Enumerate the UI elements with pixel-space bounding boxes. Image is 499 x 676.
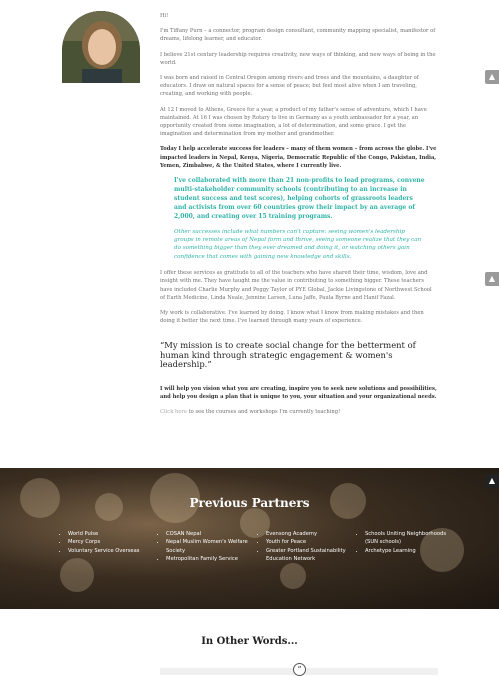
partner-item: Voluntary Service Overseas [68, 547, 158, 555]
highlight-successes: Other successes include what numbers can… [174, 228, 422, 260]
partner-item: COSAN Nepal [166, 530, 256, 538]
highlight-collaborations: I've collaborated with more than 21 non-… [174, 177, 425, 220]
click-here-link[interactable]: Click here [160, 409, 187, 415]
help-paragraph: I will help you vision what you are crea… [160, 386, 437, 401]
partner-item: Schools Uniting Neighborhoods (SUN schoo… [365, 530, 455, 547]
partner-item: Evensong Academy [266, 530, 356, 538]
intro-paragraph: I'm Tiffany Purn – a connector, program … [160, 28, 436, 43]
partners-column: COSAN Nepal Nepal Muslim Women's Welfare… [158, 530, 256, 564]
partners-column: Evensong Academy Youth for Peace Greater… [258, 530, 356, 564]
side-scroll-button[interactable]: ▲ [485, 272, 499, 286]
partner-item: Nepal Muslim Women's Welfare Society [166, 538, 256, 555]
chevron-up-icon: ▲ [488, 476, 496, 485]
courses-line-text: to see the courses and workshops I'm cur… [186, 409, 341, 416]
highlight-block: I've collaborated with more than 21 non-… [174, 177, 426, 261]
partners-section: ▲ Previous Partners World Pulse Mercy Co… [0, 468, 499, 609]
chevron-up-icon: ▲ [488, 274, 496, 283]
avatar [62, 11, 140, 83]
intro-paragraph: At 12 I moved to Athens, Greece for a ye… [160, 106, 427, 138]
intro-content: Hi! I'm Tiffany Purn – a connector, prog… [160, 12, 438, 424]
courses-line: Click here to see the courses and worksh… [160, 408, 438, 416]
partner-item: World Pulse [68, 530, 158, 538]
scroll-to-top-button[interactable]: ▲ [485, 474, 499, 488]
partner-item: Greater Portland Sustainability Educatio… [266, 547, 356, 564]
work-paragraph: My work is collaborative. I've learned b… [160, 310, 424, 325]
background-bokeh [60, 558, 94, 592]
partner-item: Mercy Corps [68, 538, 158, 546]
partners-column: World Pulse Mercy Corps Voluntary Servic… [60, 530, 158, 555]
teachers-paragraph: I offer these services as gratitude to a… [160, 270, 432, 301]
greeting: Hi! [160, 13, 169, 19]
intro-paragraph: I was born and raised in Central Oregon … [160, 75, 419, 98]
other-words-title: In Other Words... [201, 636, 298, 647]
intro-paragraph: I believe 21st century leadership requir… [160, 51, 436, 66]
partners-title: Previous Partners [189, 496, 310, 510]
quote-icon: ” [293, 663, 306, 676]
background-bokeh [280, 563, 306, 589]
mission-statement: “My mission is to create social change f… [160, 340, 416, 369]
partners-column: Schools Uniting Neighborhoods (SUN schoo… [357, 530, 455, 555]
side-scroll-button[interactable]: ▲ [485, 70, 499, 84]
chevron-up-icon: ▲ [488, 72, 496, 81]
partner-item: Youth for Peace [266, 538, 356, 546]
partner-item: Metropolitan Family Service [166, 555, 256, 563]
partner-item: Archetype Learning [365, 547, 455, 555]
impact-paragraph: Today I help accelerate success for lead… [160, 146, 437, 169]
